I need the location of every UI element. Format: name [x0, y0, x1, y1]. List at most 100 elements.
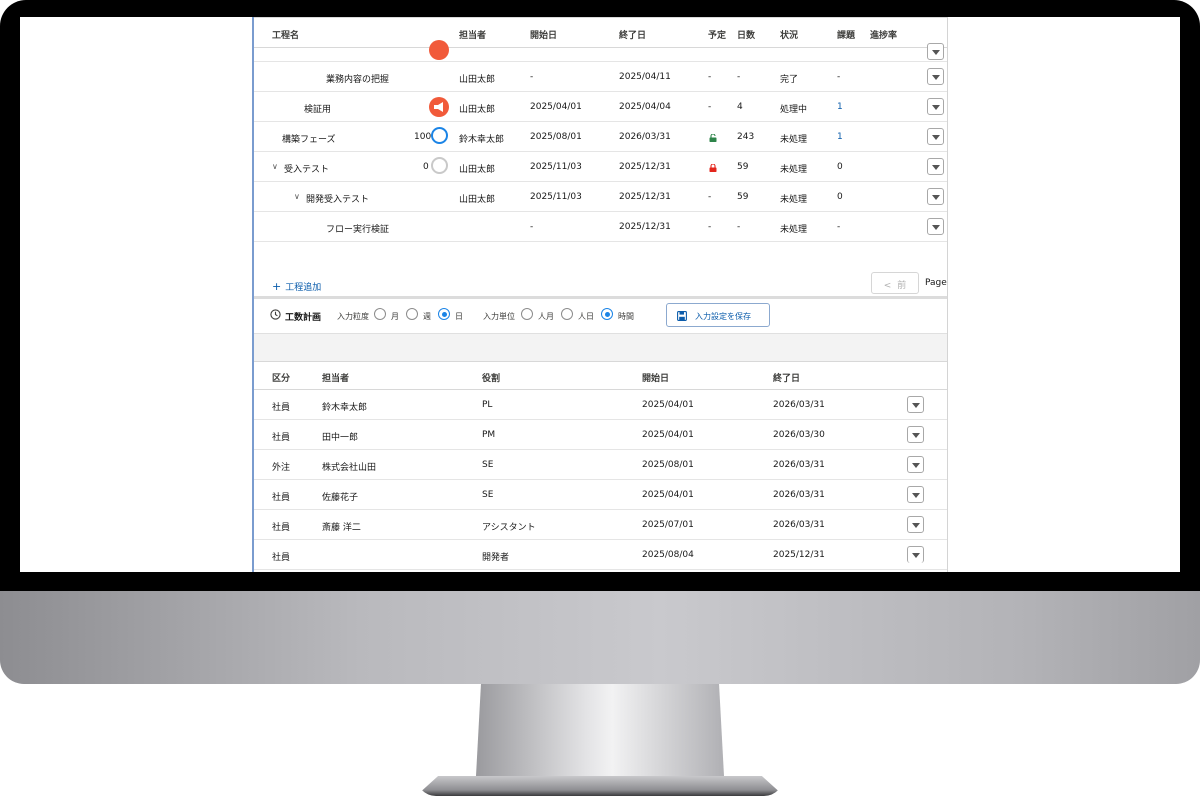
col-header-staff-end[interactable]: 終了日: [773, 371, 800, 384]
process-name[interactable]: 開発受入テスト: [306, 192, 369, 205]
staff-category: 社員: [272, 493, 291, 503]
staff-end: 2025/12/31: [773, 550, 825, 560]
row-action-dropdown[interactable]: [927, 68, 944, 85]
add-process-button[interactable]: + 工程追加: [272, 280, 321, 293]
unit-label: 入力単位: [483, 312, 515, 321]
unit-radio-person-day[interactable]: [561, 308, 573, 320]
add-process-bar: + 工程追加 < 前 Page: [254, 257, 947, 299]
process-days: 4: [737, 102, 743, 112]
col-header-assignee[interactable]: 担当者: [459, 28, 486, 41]
process-planned: -: [708, 72, 712, 82]
table-row: ∨ 開発受入テスト 山田太郎 2025/11/03 2025/12/31 - 5…: [254, 182, 947, 212]
process-start: 2025/04/01: [530, 102, 582, 112]
chevron-down-icon[interactable]: ∨: [294, 192, 300, 201]
row-action-dropdown[interactable]: [927, 158, 944, 175]
row-action-dropdown[interactable]: [907, 486, 924, 503]
process-name[interactable]: 構築フェーズ: [282, 132, 336, 145]
progress-ring-icon: [431, 127, 448, 144]
process-assignee: 山田太郎: [459, 105, 496, 115]
staff-start: 2025/04/01: [642, 490, 694, 500]
col-header-name[interactable]: 工程名: [272, 28, 299, 41]
col-header-staff-start[interactable]: 開始日: [642, 371, 669, 384]
prev-page-button[interactable]: < 前: [871, 272, 919, 294]
megaphone-icon: [429, 40, 449, 60]
process-end: 2025/12/31: [619, 192, 671, 202]
staff-category: 外注: [272, 463, 291, 473]
granularity-option-day: 日: [455, 312, 463, 321]
table-row: 検証用 山田太郎 2025/04/01 2025/04/04 - 4 処理中 1: [254, 92, 947, 122]
chevron-down-icon[interactable]: ∨: [272, 162, 278, 171]
prev-page-label: 前: [897, 281, 907, 291]
process-status: 未処理: [780, 165, 808, 175]
screen: 工程名 担当者 開始日 終了日 予定 日数 状況 課題 進捗率 業務内容の把握 …: [20, 17, 1180, 572]
col-header-issues[interactable]: 課題: [837, 28, 855, 41]
col-header-days[interactable]: 日数: [737, 28, 755, 41]
page-label: Page: [925, 278, 947, 288]
granularity-radio-day[interactable]: [438, 308, 450, 320]
staff-role: SE: [482, 490, 494, 500]
col-header-planned[interactable]: 予定: [708, 28, 726, 41]
process-assignee: 山田太郎: [459, 165, 496, 175]
row-action-dropdown[interactable]: [907, 516, 924, 533]
process-days: 59: [737, 192, 749, 202]
row-action-dropdown[interactable]: [907, 456, 924, 473]
staff-row: 社員 佐藤花子 SE 2025/04/01 2026/03/31: [254, 480, 947, 510]
table-row-partial: [254, 40, 947, 62]
row-action-dropdown[interactable]: [907, 426, 924, 443]
process-assignee: 鈴木幸太郎: [459, 135, 505, 145]
staff-start: 2025/07/01: [642, 520, 694, 530]
process-start: 2025/11/03: [530, 162, 582, 172]
row-action-dropdown[interactable]: [927, 218, 944, 235]
process-days: -: [737, 222, 741, 232]
process-planned: -: [708, 192, 712, 202]
unit-radio-hour[interactable]: [601, 308, 613, 320]
save-settings-label: 入力設定を保存: [695, 312, 751, 321]
staff-row: 社員 田中一郎 PM 2025/04/01 2026/03/30: [254, 420, 947, 450]
col-header-role[interactable]: 役割: [482, 371, 500, 384]
row-action-dropdown[interactable]: [927, 128, 944, 145]
process-status: 未処理: [780, 135, 808, 145]
process-name[interactable]: 業務内容の把握: [326, 72, 389, 85]
staff-assignee: 田中一郎: [322, 433, 359, 443]
process-name[interactable]: フロー実行検証: [326, 222, 389, 235]
workload-plan-bar: 工数計画 入力粒度 月 週 日 入力単位 人月 人日 時間 入力設定を保存: [254, 299, 947, 333]
process-assignee: 山田太郎: [459, 75, 496, 85]
monitor-stand-base: [416, 776, 784, 796]
row-action-dropdown[interactable]: [907, 396, 924, 413]
granularity-option-month: 月: [391, 312, 399, 321]
granularity-radio-month[interactable]: [374, 308, 386, 320]
col-header-start[interactable]: 開始日: [530, 28, 557, 41]
staff-end: 2026/03/31: [773, 520, 825, 530]
row-action-dropdown[interactable]: [927, 98, 944, 115]
unit-option-person-month: 人月: [538, 312, 554, 321]
process-issues-link[interactable]: 1: [837, 102, 843, 112]
granularity-radio-week[interactable]: [406, 308, 418, 320]
lock-closed-icon: [709, 164, 717, 172]
staff-end: 2026/03/31: [773, 400, 825, 410]
staff-row: 社員 斎藤 洋二 アシスタント 2025/07/01 2026/03/31: [254, 510, 947, 540]
process-start: -: [530, 222, 534, 232]
col-header-progress[interactable]: 進捗率: [870, 28, 897, 41]
unit-option-hour: 時間: [618, 312, 634, 321]
process-name[interactable]: 受入テスト: [284, 162, 329, 175]
staff-assignee: 斎藤 洋二: [322, 523, 361, 533]
workload-plan-title: 工数計画: [285, 313, 322, 323]
col-header-staff-assignee[interactable]: 担当者: [322, 371, 349, 384]
row-action-dropdown[interactable]: [907, 546, 924, 563]
process-start: 2025/11/03: [530, 192, 582, 202]
table-row: 構築フェーズ 100 鈴木幸太郎 2025/08/01 2026/03/31 2…: [254, 122, 947, 152]
row-action-dropdown[interactable]: [927, 43, 944, 60]
row-action-dropdown[interactable]: [927, 188, 944, 205]
col-header-status[interactable]: 状況: [780, 28, 798, 41]
process-issues-link[interactable]: 1: [837, 132, 843, 142]
process-name[interactable]: 検証用: [304, 102, 331, 115]
staff-role: 開発者: [482, 553, 510, 563]
process-issues: 0: [837, 192, 843, 202]
unit-radio-person-month[interactable]: [521, 308, 533, 320]
table-row: 業務内容の把握 山田太郎 - 2025/04/11 - - 完了 -: [254, 62, 947, 92]
save-settings-button[interactable]: 入力設定を保存: [666, 303, 770, 327]
col-header-category[interactable]: 区分: [272, 371, 290, 384]
process-end: 2026/03/31: [619, 132, 671, 142]
col-header-end[interactable]: 終了日: [619, 28, 646, 41]
process-days: 243: [737, 132, 755, 142]
